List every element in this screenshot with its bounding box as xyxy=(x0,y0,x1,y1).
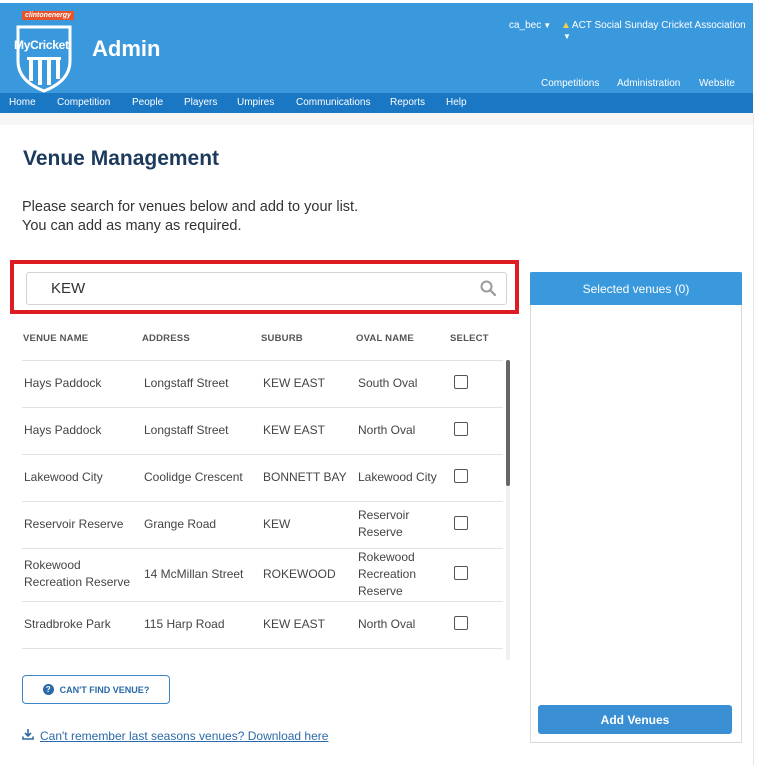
nav-umpires[interactable]: Umpires xyxy=(237,97,274,108)
user-menu[interactable]: ca_bec ▼ xyxy=(509,20,551,31)
association-icon: ▲ xyxy=(561,20,571,31)
venue-name-cell: Lakewood City xyxy=(24,470,103,484)
select-checkbox[interactable] xyxy=(454,566,468,580)
nav-competition[interactable]: Competition xyxy=(57,97,110,108)
table-row: Stradbroke Park 115 Harp Road KEW EAST N… xyxy=(22,602,503,649)
oval-name-cell: Recreation xyxy=(358,567,417,581)
cant-find-label: CAN'T FIND VENUE? xyxy=(59,684,150,695)
suburb-cell: KEW EAST xyxy=(263,376,326,390)
intro-line: You can add as many as required. xyxy=(22,218,242,234)
oval-name-cell: Rokewood xyxy=(358,550,415,564)
mycricket-logo[interactable]: clintonenergy MyCricket xyxy=(12,11,76,93)
nav-players[interactable]: Players xyxy=(184,97,217,108)
suburb-cell: KEW xyxy=(263,517,291,531)
cant-find-venue-button[interactable]: ? CAN'T FIND VENUE? xyxy=(22,675,170,704)
download-icon xyxy=(22,729,34,740)
chevron-down-icon: ▼ xyxy=(543,21,552,30)
download-link-label: Can't remember last seasons venues? Down… xyxy=(40,729,329,743)
address-cell: Longstaff Street xyxy=(144,376,229,390)
venue-name-cell: Stradbroke Park xyxy=(24,617,111,631)
page-intro: Please search for venues below and add t… xyxy=(22,198,358,236)
oval-name-cell: Lakewood City xyxy=(358,470,437,484)
venue-name-cell: Hays Paddock xyxy=(24,376,102,390)
table-row: Reservoir Reserve Grange Road KEW Reserv… xyxy=(22,502,503,549)
chevron-down-icon: ▼ xyxy=(563,32,571,41)
download-venues-link[interactable]: Can't remember last seasons venues? Down… xyxy=(22,728,328,743)
site-header: clintonenergy MyCricket Admin ca_bec ▼ ▲A… xyxy=(0,3,753,95)
table-row: Hays Paddock Longstaff Street KEW EAST S… xyxy=(22,361,503,408)
content-top-band xyxy=(0,113,753,125)
nav-reports[interactable]: Reports xyxy=(390,97,425,108)
search-icon[interactable] xyxy=(479,279,497,297)
nav-people[interactable]: People xyxy=(132,97,163,108)
oval-name-cell: Reservoir xyxy=(358,508,410,522)
select-checkbox[interactable] xyxy=(454,375,468,389)
column-header-select: SELECT xyxy=(450,333,489,344)
venue-name-cell: Rokewood xyxy=(24,558,81,572)
address-cell: 14 McMillan Street xyxy=(144,567,244,581)
oval-name-cell: South Oval xyxy=(358,376,418,390)
suburb-cell: KEW EAST xyxy=(263,617,326,631)
suburb-cell: BONNETT BAY xyxy=(263,470,347,484)
oval-name-cell: Reserve xyxy=(358,525,403,539)
suburb-cell: KEW EAST xyxy=(263,423,326,437)
address-cell: Grange Road xyxy=(144,517,217,531)
venue-search-input[interactable] xyxy=(26,272,507,305)
select-checkbox[interactable] xyxy=(454,516,468,530)
table-scrollbar-thumb[interactable] xyxy=(506,360,510,486)
intro-line: Please search for venues below and add t… xyxy=(22,199,359,215)
oval-name-cell: North Oval xyxy=(358,423,416,437)
select-checkbox[interactable] xyxy=(454,616,468,630)
venue-name-cell: Reservoir Reserve xyxy=(24,517,124,531)
venue-name-cell: Recreation Reserve xyxy=(24,575,131,589)
page-right-border xyxy=(753,113,754,765)
table-row: Rokewood Recreation Reserve 14 McMillan … xyxy=(22,549,503,602)
column-header-address: ADDRESS xyxy=(142,333,190,344)
address-cell: 115 Harp Road xyxy=(144,617,225,631)
oval-name-cell: Reserve xyxy=(358,584,403,598)
venue-name-cell: Hays Paddock xyxy=(24,423,102,437)
shield-icon xyxy=(16,25,72,93)
address-cell: Longstaff Street xyxy=(144,423,229,437)
select-checkbox[interactable] xyxy=(454,422,468,436)
table-row: Lakewood City Coolidge Crescent BONNETT … xyxy=(22,455,503,502)
nav-help[interactable]: Help xyxy=(446,97,467,108)
association-name: ACT Social Sunday Cricket Association xyxy=(571,20,746,31)
suburb-cell: ROKEWOOD xyxy=(263,567,336,581)
toplink-website[interactable]: Website xyxy=(699,78,735,89)
selected-venues-header: Selected venues (0) xyxy=(530,272,742,305)
page-title: Venue Management xyxy=(23,147,220,170)
column-header-venue-name: VENUE NAME xyxy=(23,333,89,344)
nav-communications[interactable]: Communications xyxy=(296,97,370,108)
main-nav: Home Competition People Players Umpires … xyxy=(0,93,753,113)
app-title: Admin xyxy=(92,36,161,61)
column-header-oval-name: OVAL NAME xyxy=(356,333,414,344)
selected-venues-panel xyxy=(530,272,742,743)
sponsor-label: clintonenergy xyxy=(22,11,74,20)
column-header-suburb: SUBURB xyxy=(261,333,303,344)
toplink-administration[interactable]: Administration xyxy=(617,78,680,89)
user-name: ca_bec xyxy=(509,20,542,31)
add-venues-button[interactable]: Add Venues xyxy=(538,705,732,734)
question-icon: ? xyxy=(42,684,54,695)
select-checkbox[interactable] xyxy=(454,469,468,483)
brand-name: MyCricket xyxy=(14,38,69,52)
address-cell: Coolidge Crescent xyxy=(144,470,243,484)
nav-home[interactable]: Home xyxy=(9,97,36,108)
oval-name-cell: North Oval xyxy=(358,617,416,631)
association-menu[interactable]: ▲ACT Social Sunday Cricket Association▼ xyxy=(561,20,753,42)
table-row: Hays Paddock Longstaff Street KEW EAST N… xyxy=(22,408,503,455)
